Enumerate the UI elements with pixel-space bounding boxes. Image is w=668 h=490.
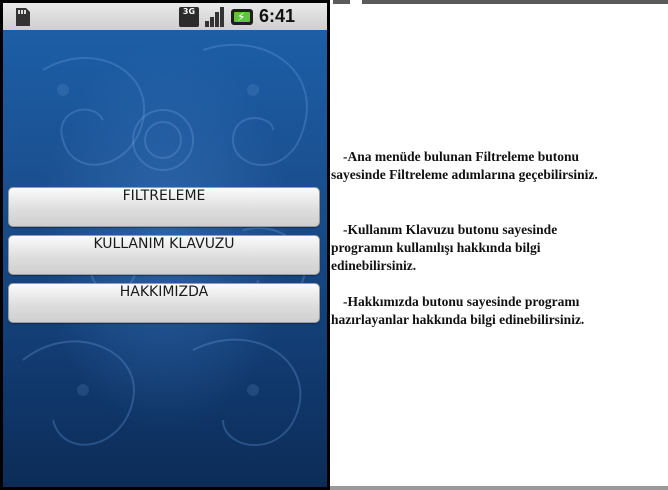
battery-charging-icon: ⚡ xyxy=(231,9,253,25)
app-screen: FILTRELEME KULLANIM KLAVUZU HAKKIMIZDA xyxy=(3,30,327,487)
help-line: edinebilirsiniz. xyxy=(331,258,417,273)
help-line: sayesinde Filtreleme adımlarına geçebili… xyxy=(331,167,598,182)
charging-bolt-icon: ⚡ xyxy=(237,10,246,24)
network-type-label: 3G xyxy=(182,7,196,16)
signal-strength-icon xyxy=(205,7,224,27)
help-paragraph-filtreleme: -Ana menüde bulunan Filtreleme butonu sa… xyxy=(331,148,598,184)
help-line: programın kullanılışı hakkında bilgi xyxy=(331,240,541,255)
help-line: -Ana menüde bulunan Filtreleme butonu xyxy=(343,149,580,164)
help-paragraph-kullanim-klavuzu: -Kullanım Klavuzu butonu sayesinde progr… xyxy=(331,221,557,275)
hakkimizda-button[interactable]: HAKKIMIZDA xyxy=(8,283,320,323)
filtreleme-button[interactable]: FILTRELEME xyxy=(8,187,320,227)
sd-card-icon xyxy=(16,8,30,26)
bottom-divider xyxy=(330,486,668,490)
help-paragraph-hakkimizda: -Hakkımızda butonu sayesinde programı ha… xyxy=(331,293,584,329)
status-time: 6:41 PM xyxy=(259,6,296,47)
help-line: -Hakkımızda butonu sayesinde programı xyxy=(343,294,580,309)
help-line: hazırlayanlar hakkında bilgi edinebilirs… xyxy=(331,312,585,327)
status-bar: 3G ⚡ 6:41 PM xyxy=(3,3,327,47)
top-divider-right xyxy=(362,0,668,4)
top-divider-left xyxy=(333,0,350,4)
network-type-icon: 3G xyxy=(179,7,199,27)
phone-frame: 3G ⚡ 6:41 PM xyxy=(0,0,330,490)
kullanim-klavuzu-button[interactable]: KULLANIM KLAVUZU xyxy=(8,235,320,275)
help-line: -Kullanım Klavuzu butonu sayesinde xyxy=(343,222,558,237)
